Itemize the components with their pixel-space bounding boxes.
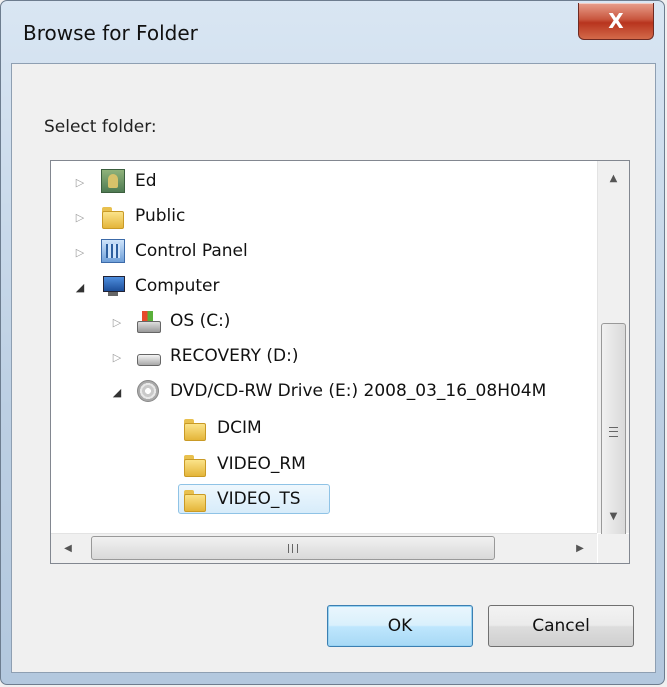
scroll-right-icon: ▶: [576, 543, 584, 554]
tree-node-label: RECOVERY (D:): [170, 346, 299, 366]
title-bar[interactable]: Browse for Folder X: [1, 1, 664, 61]
close-button[interactable]: X: [578, 3, 654, 40]
ok-button[interactable]: OK: [327, 605, 473, 647]
folder-icon: [183, 416, 207, 441]
tree-node-label: OS (C:): [170, 311, 231, 331]
close-icon: X: [608, 9, 624, 33]
grip-icon: [288, 543, 298, 553]
hard-drive-icon: [136, 344, 161, 368]
user-icon: [101, 169, 125, 193]
scroll-down-button[interactable]: ▼: [598, 499, 629, 533]
tree-node-label: DCIM: [217, 418, 262, 438]
dialog-body: Select folder: ▷ Ed ▷ Public ▷ Control P…: [11, 63, 656, 673]
tree-node-label: Ed: [135, 171, 157, 191]
select-folder-label: Select folder:: [44, 117, 157, 137]
browse-for-folder-dialog: Browse for Folder X Select folder: ▷ Ed …: [0, 0, 665, 685]
expand-arrow-icon[interactable]: ▷: [73, 175, 87, 189]
scrollbar-corner: [598, 534, 629, 563]
vertical-scrollbar[interactable]: ▲ ▼: [597, 161, 629, 541]
dvd-drive-icon: [136, 379, 160, 403]
scroll-down-icon: ▼: [609, 510, 618, 522]
scroll-left-icon: ◀: [64, 543, 72, 554]
collapse-arrow-icon[interactable]: ◢: [73, 280, 87, 294]
folder-icon: [101, 204, 125, 229]
tree-node-label: VIDEO_RM: [217, 454, 306, 474]
folder-icon: [183, 452, 207, 477]
scroll-right-button[interactable]: ▶: [563, 534, 597, 563]
tree-node-label: VIDEO_TS: [217, 489, 301, 509]
tree-node-recovery-d[interactable]: ▷ RECOVERY (D:): [110, 341, 298, 371]
tree-node-dcim[interactable]: DCIM: [183, 413, 262, 443]
tree-node-control-panel[interactable]: ▷ Control Panel: [73, 236, 248, 266]
scroll-left-button[interactable]: ◀: [51, 534, 85, 563]
tree-node-os-c[interactable]: ▷ OS (C:): [110, 306, 230, 336]
os-drive-icon: [136, 309, 161, 333]
scroll-up-icon: ▲: [609, 172, 618, 184]
tree-node-video-rm[interactable]: VIDEO_RM: [183, 449, 306, 479]
folder-tree[interactable]: ▷ Ed ▷ Public ▷ Control Panel ◢ Computer…: [50, 160, 630, 564]
tree-node-public[interactable]: ▷ Public: [73, 201, 185, 231]
scroll-up-button[interactable]: ▲: [598, 161, 629, 195]
tree-node-computer[interactable]: ◢ Computer: [73, 271, 220, 301]
tree-node-label: Control Panel: [135, 241, 248, 261]
computer-icon: [101, 274, 125, 298]
tree-node-label: Public: [135, 206, 186, 226]
expand-arrow-icon[interactable]: ▷: [110, 350, 124, 364]
cancel-button[interactable]: Cancel: [488, 605, 634, 647]
folder-icon: [183, 487, 207, 512]
window-title: Browse for Folder: [23, 21, 198, 45]
horizontal-scrollbar[interactable]: ◀ ▶: [51, 533, 597, 563]
collapse-arrow-icon[interactable]: ◢: [110, 385, 124, 399]
expand-arrow-icon[interactable]: ▷: [73, 245, 87, 259]
tree-node-label: DVD/CD-RW Drive (E:) 2008_03_16_08H04M: [170, 381, 547, 401]
folder-tree-items: ▷ Ed ▷ Public ▷ Control Panel ◢ Computer…: [51, 161, 597, 533]
horizontal-scroll-thumb[interactable]: [91, 536, 495, 560]
control-panel-icon: [101, 239, 125, 263]
expand-arrow-icon[interactable]: ▷: [110, 315, 124, 329]
tree-node-dvd-e[interactable]: ◢ DVD/CD-RW Drive (E:) 2008_03_16_08H04M: [110, 376, 546, 406]
grip-icon: [609, 427, 618, 437]
tree-node-ed[interactable]: ▷ Ed: [73, 166, 157, 196]
tree-node-label: Computer: [135, 276, 220, 296]
expand-arrow-icon[interactable]: ▷: [73, 210, 87, 224]
tree-node-video-ts[interactable]: VIDEO_TS: [178, 484, 330, 514]
